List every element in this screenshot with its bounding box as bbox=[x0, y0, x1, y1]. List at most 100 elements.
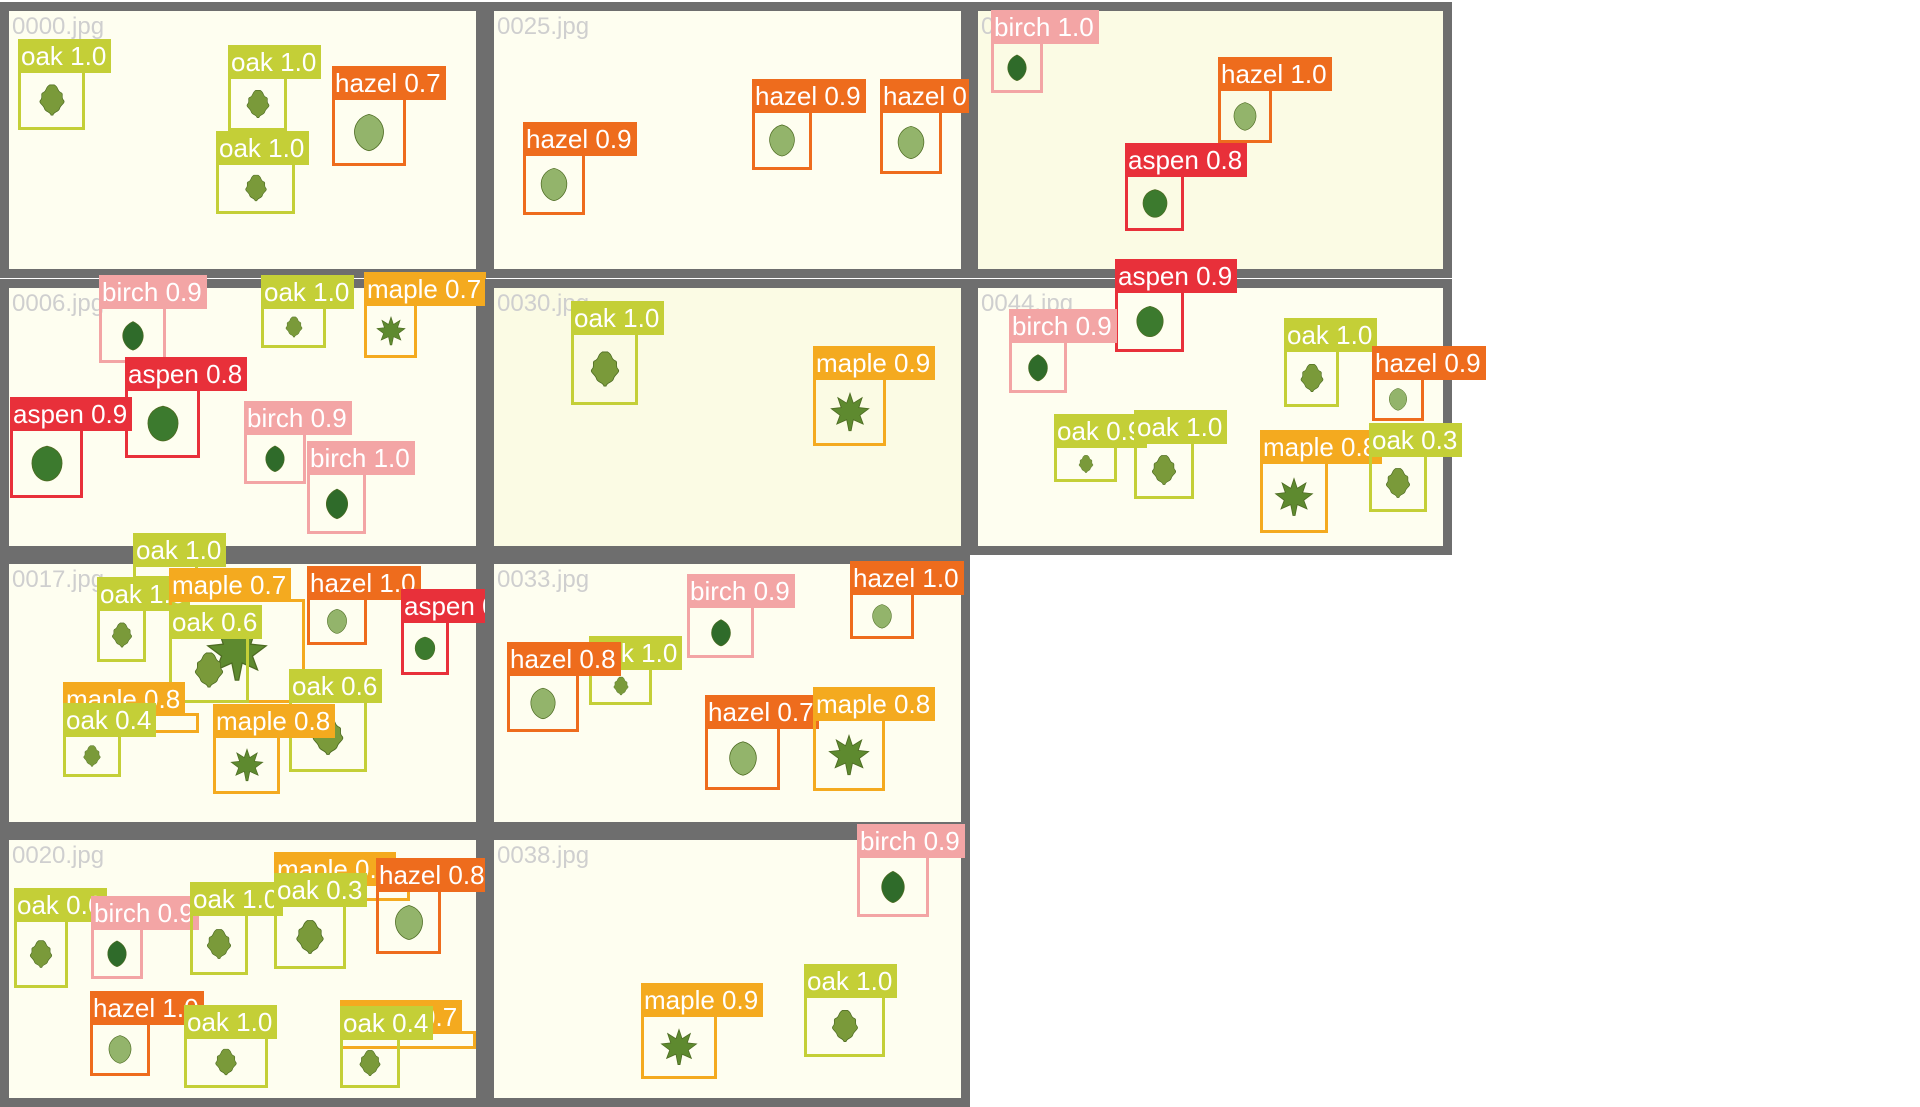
detection-label: birch 0.9 bbox=[857, 824, 965, 858]
detection-box: oak 1.0 bbox=[804, 964, 898, 1057]
detection-box: oak 1.0 bbox=[184, 1005, 278, 1088]
detection-label: birch 0.9 bbox=[687, 574, 795, 608]
birch-leaf-icon bbox=[107, 940, 127, 967]
detection-box: oak 1.0 bbox=[261, 275, 355, 348]
image-tile: 0030.jpg bbox=[485, 279, 970, 555]
detection-label: maple 0.9 bbox=[813, 346, 936, 380]
detection-box: aspen 0.8 bbox=[125, 357, 248, 458]
detection-box: birch 0.9 bbox=[244, 401, 352, 484]
oak-leaf-icon bbox=[1386, 468, 1410, 498]
detection-label: birch 0.9 bbox=[1009, 309, 1117, 343]
detection-box: hazel 1.0 bbox=[1218, 57, 1332, 143]
oak-leaf-icon bbox=[296, 919, 324, 954]
detection-box: oak 1.0 bbox=[97, 577, 191, 662]
detection-label: maple 0.7 bbox=[169, 568, 292, 602]
detection-box: maple 0.9 bbox=[813, 346, 936, 446]
maple-leaf-icon bbox=[829, 391, 870, 431]
detection-box: oak 0.3 bbox=[274, 873, 368, 969]
detection-box: hazel 1.0 bbox=[90, 991, 204, 1076]
detection-box: oak 1.0 bbox=[571, 301, 665, 405]
aspen-leaf-icon bbox=[414, 636, 436, 660]
detection-box: hazel 0.8 bbox=[376, 858, 490, 954]
detection-label: oak 1.0 bbox=[216, 131, 310, 165]
birch-leaf-icon bbox=[710, 618, 731, 646]
detection-label: hazel 0.7 bbox=[332, 66, 446, 100]
hazel-leaf-icon bbox=[728, 741, 757, 776]
detection-label: oak 1.0 bbox=[18, 39, 112, 73]
oak-leaf-icon bbox=[29, 939, 53, 968]
detection-box: maple 0.8 bbox=[813, 687, 936, 791]
detection-box: oak 0.6 bbox=[14, 888, 108, 988]
oak-leaf-icon bbox=[207, 929, 231, 959]
detection-label: oak 1.0 bbox=[190, 882, 284, 916]
oak-leaf-icon bbox=[194, 652, 224, 687]
aspen-leaf-icon bbox=[1135, 305, 1164, 338]
detection-label: hazel 0.9 bbox=[1372, 346, 1486, 380]
detection-box: oak 1.0 bbox=[190, 882, 284, 975]
detection-label: oak 0.3 bbox=[1369, 423, 1463, 457]
image-filename: 0000.jpg bbox=[12, 13, 105, 40]
detection-box: hazel 0.9 bbox=[1372, 346, 1486, 421]
detection-label: maple 0.8 bbox=[813, 687, 936, 721]
detection-box: birch 0.9 bbox=[857, 824, 965, 917]
birch-leaf-icon bbox=[1007, 54, 1027, 81]
oak-leaf-icon bbox=[590, 351, 619, 386]
oak-leaf-icon bbox=[613, 676, 628, 696]
hazel-leaf-icon bbox=[1233, 101, 1257, 131]
detection-label: aspen 0.9 bbox=[10, 397, 133, 431]
detection-box: hazel 1.0 bbox=[850, 561, 964, 639]
detection-label: oak 1.0 bbox=[228, 45, 322, 79]
detection-label: oak 1.0 bbox=[261, 275, 355, 309]
detection-label: maple 0.9 bbox=[641, 983, 764, 1017]
oak-leaf-icon bbox=[831, 1009, 858, 1043]
maple-leaf-icon bbox=[660, 1027, 698, 1065]
detection-box: hazel 0.8 bbox=[507, 642, 621, 732]
detection-label: maple 0.8 bbox=[213, 704, 336, 738]
oak-leaf-icon bbox=[1078, 454, 1093, 473]
detection-label: oak 1.0 bbox=[133, 533, 227, 567]
detection-label: aspen 0.8 bbox=[1125, 143, 1248, 177]
detection-box: hazel 0.9 bbox=[752, 79, 866, 170]
detection-label: hazel 0.7 bbox=[705, 695, 819, 729]
detection-label: hazel 1.0 bbox=[850, 561, 964, 595]
detection-label: oak 1.0 bbox=[571, 301, 665, 335]
oak-leaf-icon bbox=[111, 622, 132, 648]
detection-label: oak 1.0 bbox=[804, 964, 898, 998]
prediction-grid: 0000.jpg oak 1.0 oak 1.0 hazel 0.7 oak 1.0 00… bbox=[0, 0, 1920, 1107]
oak-leaf-icon bbox=[359, 1049, 381, 1076]
detection-label: aspen 0.9 bbox=[1115, 259, 1238, 293]
aspen-leaf-icon bbox=[147, 405, 178, 442]
detection-box: oak 0.3 bbox=[1369, 423, 1463, 512]
maple-leaf-icon bbox=[1274, 477, 1314, 516]
detection-box: birch 0.9 bbox=[687, 574, 795, 658]
detection-box: oak 0.4 bbox=[340, 1006, 434, 1088]
detection-box: birch 0.9 bbox=[1009, 309, 1117, 393]
birch-leaf-icon bbox=[1028, 353, 1048, 381]
oak-leaf-icon bbox=[1300, 363, 1323, 393]
detection-box: oak 0.4 bbox=[63, 703, 157, 777]
image-filename: 0033.jpg bbox=[497, 566, 590, 593]
birch-leaf-icon bbox=[325, 488, 348, 520]
detection-label: oak 0.4 bbox=[340, 1006, 434, 1040]
detection-label: oak 0.4 bbox=[63, 703, 157, 737]
detection-box: aspen 0.9 bbox=[1115, 259, 1238, 352]
detection-box: hazel 0.9 bbox=[880, 79, 994, 174]
detection-box: birch 1.0 bbox=[991, 10, 1099, 93]
oak-leaf-icon bbox=[39, 84, 64, 116]
detection-label: hazel 0.8 bbox=[376, 858, 490, 892]
detection-box: hazel 0.7 bbox=[332, 66, 446, 166]
image-filename: 0006.jpg bbox=[12, 290, 105, 317]
detection-box: maple 0.9 bbox=[641, 983, 764, 1079]
detection-label: maple 0.8 bbox=[1260, 430, 1383, 464]
detection-box: maple 0.8 bbox=[213, 704, 336, 794]
oak-leaf-icon bbox=[246, 89, 269, 118]
detection-box: aspen 0.6 bbox=[401, 589, 524, 675]
detection-label: oak 1.0 bbox=[184, 1005, 278, 1039]
hazel-leaf-icon bbox=[108, 1035, 132, 1064]
detection-box: oak 1.0 bbox=[228, 45, 322, 131]
hazel-leaf-icon bbox=[327, 608, 347, 634]
detection-label: hazel 0.9 bbox=[523, 122, 637, 156]
aspen-leaf-icon bbox=[31, 445, 62, 482]
image-filename: 0017.jpg bbox=[12, 566, 105, 593]
image-filename: 0020.jpg bbox=[12, 842, 105, 869]
